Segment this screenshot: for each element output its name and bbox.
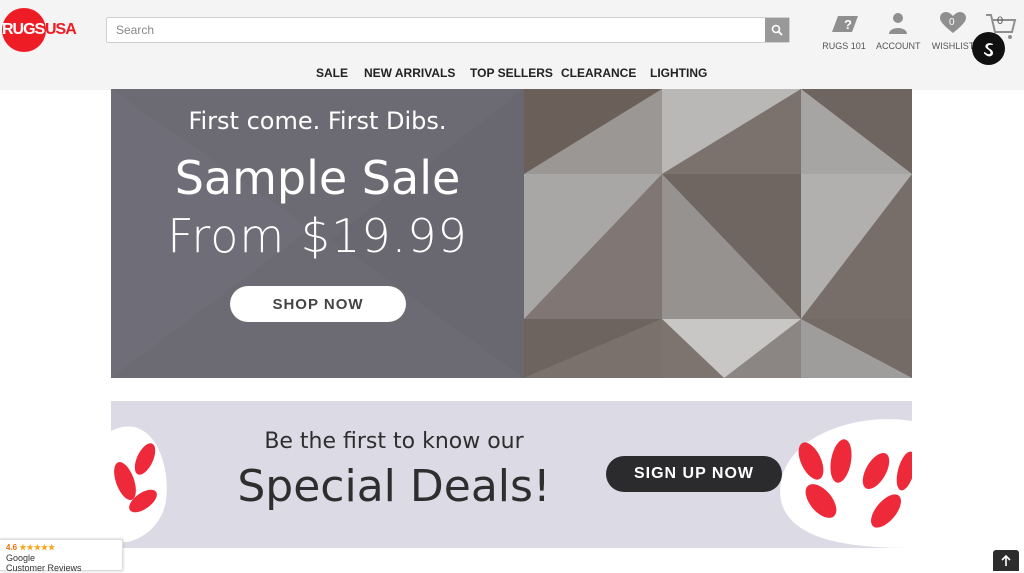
promo-line-2: Special Deals! [237,461,551,512]
reviews-label: Customer Reviews [6,563,82,573]
shop-now-button[interactable]: SHOP NOW [230,286,406,322]
nav-lighting[interactable]: LIGHTING [650,66,707,80]
promo-line-1: Be the first to know our [264,429,524,454]
sample-sale-banner[interactable]: First come. First Dibs. Sample Sale From… [111,89,912,378]
arrow-up-icon [1001,554,1011,566]
wishlist-link[interactable]: 0 WISHLIST [930,12,976,51]
svg-text:?: ? [844,17,852,32]
sign-up-button[interactable]: SIGN UP NOW [606,456,782,492]
hero-price: From $19.99 [167,209,468,263]
search-button[interactable] [765,18,789,42]
reviews-source: Google [6,553,36,563]
search-icon [771,24,783,36]
nav-top-sellers[interactable]: TOP SELLERS [470,66,553,80]
star-rating-icon: ★★★★★ [19,543,56,552]
newsletter-banner: Be the first to know our Special Deals! … [111,401,912,548]
search-input[interactable] [107,18,765,42]
site-header: RUGS USA ? RUGS 101 ACCOUNT 0 WISH [0,0,1024,90]
account-link[interactable]: ACCOUNT [876,12,921,51]
nav-sale[interactable]: SALE [316,66,348,80]
nav-new-arrivals[interactable]: NEW ARRIVALS [364,66,455,80]
account-icon [889,13,907,34]
google-reviews-badge[interactable]: 4.6 ★★★★★ Google Customer Reviews [0,539,123,573]
reviews-rating: 4.6 ★★★★★ [6,543,56,552]
hero-text-panel: First come. First Dibs. Sample Sale From… [111,89,524,378]
hero-title: Sample Sale [174,151,461,205]
search-bar [106,17,790,43]
wishlist-count: 0 [949,17,955,28]
rug-image [524,89,912,378]
account-label: ACCOUNT [876,41,921,51]
rugs101-icon: ? [832,16,858,32]
nav-clearance[interactable]: CLEARANCE [561,66,636,80]
rugs101-label: RUGS 101 [822,41,866,51]
logo-text-usa: USA [45,21,77,38]
wishlist-label: WISHLIST [931,41,975,51]
rugs101-link[interactable]: ? RUGS 101 [822,12,866,51]
scroll-to-top-button[interactable] [993,550,1019,571]
rugsusa-logo[interactable]: RUGS USA [2,8,82,52]
cart-count: 0 [997,15,1004,27]
hero-subtitle: First come. First Dibs. [188,107,447,135]
chat-widget-icon: ઽ [983,36,994,61]
logo-text-rugs: RUGS [2,21,45,38]
chat-widget-button[interactable]: ઽ [972,32,1005,65]
